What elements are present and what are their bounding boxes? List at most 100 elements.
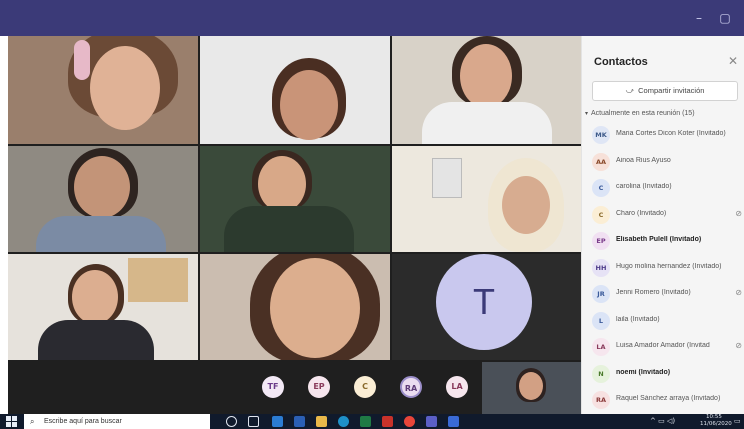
participant-avatar: C xyxy=(592,179,610,197)
video-tile[interactable] xyxy=(8,36,198,144)
edge-icon[interactable] xyxy=(338,416,349,427)
participant-face xyxy=(74,156,130,218)
share-invitation-button[interactable]: ⤻ Compartir invitación xyxy=(592,81,738,101)
participant-face xyxy=(460,44,512,108)
video-tile[interactable] xyxy=(200,36,390,144)
notification-icon[interactable]: ▭ xyxy=(734,417,741,425)
participant-row[interactable]: EP Elisabeth Pulell (Invitado) xyxy=(592,232,742,252)
self-view[interactable] xyxy=(482,362,581,414)
search-placeholder: Escribe aquí para buscar xyxy=(44,418,122,425)
participant-name: Luisa Amador Amador (Invitad xyxy=(616,342,710,349)
participant-name: Jenni Romero (Invitado) xyxy=(616,289,691,296)
participant-name: carolina (Invitado) xyxy=(616,183,672,190)
word-icon[interactable] xyxy=(294,416,305,427)
participant-row[interactable]: MK Maria Cortes Dicon Koter (Invitado) xyxy=(592,126,742,146)
participant-face xyxy=(90,46,160,130)
participant-name: Hugo molina hernandez (Invitado) xyxy=(616,262,722,270)
participant-row[interactable]: Llaila (Invitado) xyxy=(592,311,742,332)
teams-icon[interactable] xyxy=(426,416,437,427)
participant-shirt xyxy=(38,320,154,360)
search-icon: ⌕ xyxy=(30,417,35,426)
share-label: Compartir invitación xyxy=(638,86,705,95)
participant-face xyxy=(270,258,360,358)
participant-name: Raquel Sánchez arraya (Invitado) xyxy=(616,395,721,402)
section-label[interactable]: ▾ Actualmente en esta reunión (15) xyxy=(585,110,695,117)
avatar[interactable]: LA xyxy=(446,376,468,398)
file-explorer-icon[interactable] xyxy=(316,416,327,427)
clock-time: 10:55 xyxy=(706,414,722,420)
participant-avatar: N xyxy=(592,364,610,383)
participant-name: noemi (Invitado) xyxy=(616,368,671,376)
close-icon[interactable]: ✕ xyxy=(728,54,738,68)
participant-avatar: L xyxy=(592,311,610,330)
mic-off-icon: ⊘ xyxy=(735,288,742,297)
participant-avatar: LA xyxy=(592,338,610,356)
video-tile[interactable] xyxy=(392,36,581,144)
participant-shirt xyxy=(36,216,166,252)
tray-icons[interactable]: ^ ▭ ◁) xyxy=(650,417,675,425)
wall-art xyxy=(128,258,188,302)
participant-row[interactable]: JR Jenni Romero (Invitado) ⊘ xyxy=(592,285,742,305)
participant-avatar: EP xyxy=(592,232,610,250)
participant-avatar: MK xyxy=(592,126,610,144)
headphones xyxy=(74,40,90,80)
mic-off-icon: ⊘ xyxy=(735,208,742,218)
participant-avatar: JR xyxy=(592,285,610,303)
avatar[interactable]: C xyxy=(354,376,376,398)
participant-face xyxy=(72,270,118,324)
background-speaker xyxy=(432,158,462,198)
video-tile[interactable] xyxy=(8,254,198,360)
acrobat-icon[interactable] xyxy=(382,416,393,427)
avatar[interactable]: RA xyxy=(400,376,422,398)
bottom-avatar-strip: TF EP C RA LA xyxy=(8,362,581,414)
participant-face xyxy=(258,156,306,212)
participant-face xyxy=(519,372,543,400)
title-bar: – ▢ xyxy=(0,0,744,36)
taskbar: ⌕ Escribe aquí para buscar ^ ▭ ◁) 10:55 … xyxy=(0,414,744,429)
participant-name: Maria Cortes Dicon Koter (Invitado) xyxy=(616,130,726,137)
minimize-icon[interactable]: – xyxy=(690,9,708,27)
video-tile-avatar[interactable]: T xyxy=(392,254,581,360)
participant-name: Charo (Invitado) xyxy=(616,209,667,217)
participant-avatar: AA xyxy=(592,152,610,171)
participant-avatar: RA xyxy=(592,391,610,409)
participant-name: laila (Invitado) xyxy=(616,315,660,323)
mail-icon[interactable] xyxy=(272,416,283,427)
taskbar-search-input[interactable]: ⌕ Escribe aquí para buscar xyxy=(24,414,210,429)
participant-avatar: T xyxy=(436,254,532,350)
chrome-icon[interactable] xyxy=(404,416,415,427)
windows-start-icon[interactable] xyxy=(6,416,17,427)
section-label-text: Actualmente en esta reunión (15) xyxy=(591,110,695,117)
participant-row[interactable]: LA Luisa Amador Amador (Invitad ⊘ xyxy=(592,338,742,358)
video-tile[interactable] xyxy=(200,146,390,252)
participant-avatar: HH xyxy=(592,258,610,277)
participant-row[interactable]: C Charo (Invitado) ⊘ xyxy=(592,205,742,226)
participant-row[interactable]: AA Ainoa Rius Ayuso xyxy=(592,152,742,173)
polka-dot-top xyxy=(422,102,552,144)
participant-name: Elisabeth Pulell (Invitado) xyxy=(616,236,702,243)
participant-shirt xyxy=(224,206,354,252)
app-icon[interactable] xyxy=(448,416,459,427)
avatar[interactable]: EP xyxy=(308,376,330,398)
video-tile[interactable] xyxy=(200,254,390,360)
maximize-icon[interactable]: ▢ xyxy=(716,9,734,27)
participant-row[interactable]: Ccarolina (Invitado) xyxy=(592,179,742,199)
contacts-panel: Contactos ✕ ⤻ Compartir invitación ▾ Actua… xyxy=(581,36,744,414)
participant-row[interactable]: HH Hugo molina hernandez (Invitado) xyxy=(592,258,742,279)
panel-title: Contactos xyxy=(594,56,648,68)
video-tile[interactable] xyxy=(8,146,198,252)
excel-icon[interactable] xyxy=(360,416,371,427)
share-icon: ⤻ xyxy=(625,86,635,95)
cortana-icon[interactable] xyxy=(226,416,237,427)
participant-name: Ainoa Rius Ayuso xyxy=(616,156,671,164)
participant-row[interactable]: Nnoemi (Invitado) xyxy=(592,364,742,385)
participant-row[interactable]: RA Raquel Sánchez arraya (Invitado) xyxy=(592,391,742,411)
participant-face xyxy=(280,70,338,140)
chevron-down-icon: ▾ xyxy=(585,110,589,117)
video-tile[interactable] xyxy=(392,146,581,252)
task-view-icon[interactable] xyxy=(248,416,259,427)
video-stage: T TF EP C RA LA xyxy=(8,36,581,414)
participant-face xyxy=(502,176,550,234)
avatar[interactable]: TF xyxy=(262,376,284,398)
clock-date: 11/06/2020 xyxy=(700,421,732,427)
